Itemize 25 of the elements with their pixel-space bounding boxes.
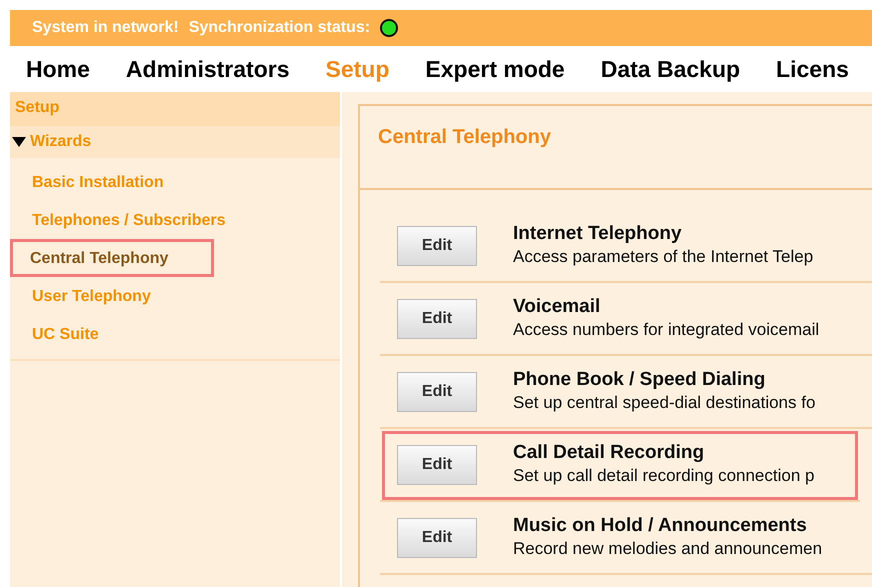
row-description: Record new melodies and announcemen [513, 538, 822, 560]
edit-button[interactable]: Edit [397, 444, 477, 484]
row-description: Access parameters of the Internet Telep [513, 246, 814, 268]
row-title: Phone Book / Speed Dialing [513, 369, 766, 392]
nav-tab[interactable]: Administrators [126, 52, 290, 86]
sidebar-title: Setup [10, 92, 340, 126]
row-title: Call Detail Recording [513, 442, 706, 466]
nav-tab[interactable]: Home [26, 52, 90, 86]
nav-tab[interactable]: Expert mode [425, 52, 565, 86]
row-title: Music on Hold / Announcements [513, 515, 808, 538]
row-title: Internet Telephony [513, 223, 683, 246]
nav-tab[interactable]: Data Backup [600, 52, 740, 86]
sync-label: Synchronization status: [188, 18, 370, 38]
edit-button[interactable]: Edit [397, 298, 477, 338]
status-message: System in network! [32, 18, 179, 38]
panel-title: Central Telephony [360, 106, 872, 190]
edit-button[interactable]: Edit [397, 518, 477, 558]
edit-button[interactable]: Edit [397, 226, 477, 266]
row-description: Access numbers for integrated voicemail [513, 319, 820, 341]
row-description: Set up call detail recording connection p [513, 465, 814, 487]
row-title: Voicemail [513, 296, 602, 320]
row-description: Set up central speed-dial destinations fo [513, 392, 816, 414]
edit-button[interactable]: Edit [397, 372, 477, 412]
sidebar-item[interactable]: Central Telephony [10, 239, 214, 277]
nav-tab[interactable]: Licens [776, 52, 849, 86]
